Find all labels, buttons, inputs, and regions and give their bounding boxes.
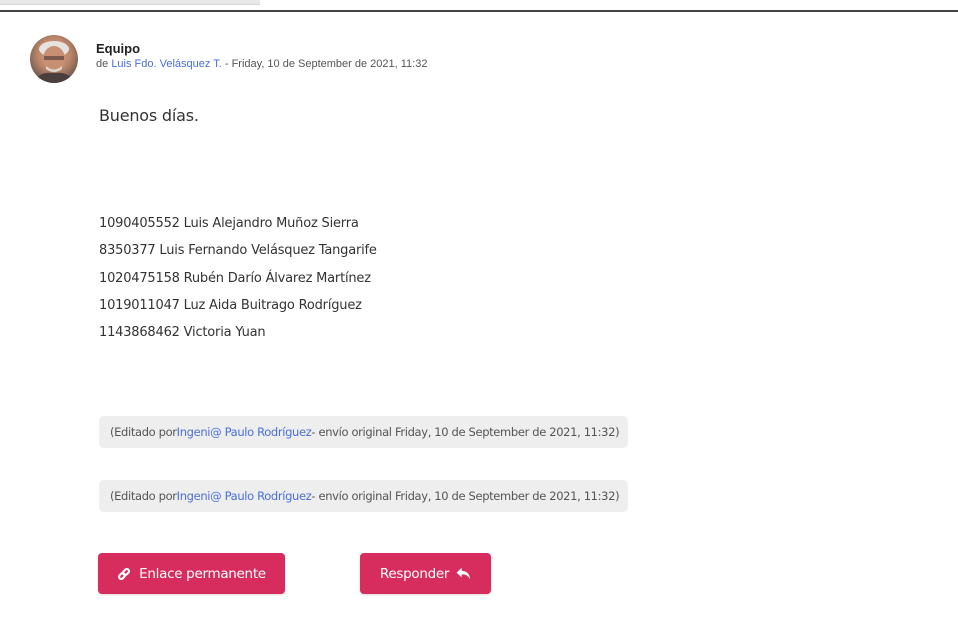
- edit-note-prefix: (Editado por: [110, 489, 177, 503]
- message-meta: de Luis Fdo. Velásquez T. - Friday, 10 d…: [96, 57, 427, 71]
- header-divider: [0, 10, 958, 12]
- edit-note: (Editado porIngeni@ Paulo Rodríguez- env…: [99, 416, 629, 448]
- from-prefix: de: [96, 58, 109, 70]
- list-item: 1019011047 Luz Aida Buitrago Rodríguez: [99, 297, 362, 313]
- message-greeting: Buenos días.: [99, 106, 199, 125]
- message-subject: Equipo: [96, 41, 141, 56]
- editor-link[interactable]: Ingeni@ Paulo Rodríguez: [177, 489, 312, 503]
- permalink-button-label: Enlace permanente: [139, 565, 266, 582]
- reply-icon: [456, 567, 471, 580]
- message-id-list: 1090405552 Luis Alejandro Muñoz Sierra 8…: [99, 210, 377, 346]
- permalink-button[interactable]: Enlace permanente: [98, 553, 285, 594]
- edit-note-suffix: - envío original Friday, 10 de September…: [311, 489, 620, 503]
- reply-button[interactable]: Responder: [360, 553, 491, 594]
- avatar-portrait-icon: [34, 41, 74, 83]
- top-tab-strip: [0, 0, 260, 5]
- message-header: Equipo de Luis Fdo. Velásquez T. - Frida…: [96, 41, 427, 71]
- list-item: 8350377 Luis Fernando Velásquez Tangarif…: [99, 243, 377, 259]
- edit-note: (Editado porIngeni@ Paulo Rodríguez- env…: [99, 480, 629, 512]
- editor-link[interactable]: Ingeni@ Paulo Rodríguez: [177, 425, 312, 439]
- reply-button-label: Responder: [379, 565, 450, 582]
- author-link[interactable]: Luis Fdo. Velásquez T.: [111, 58, 221, 70]
- list-item: 1090405552 Luis Alejandro Muñoz Sierra: [99, 216, 359, 231]
- edit-note-prefix: (Editado por: [110, 425, 177, 439]
- message-date: - Friday, 10 de September de 2021, 11:32: [224, 58, 428, 70]
- link-icon: [117, 567, 131, 581]
- author-avatar[interactable]: [30, 35, 78, 83]
- list-item: 1143868462 Victoria Yuan: [99, 325, 266, 341]
- edit-note-suffix: - envío original Friday, 10 de September…: [311, 425, 620, 439]
- list-item: 1020475158 Rubén Darío Álvarez Martínez: [99, 270, 371, 286]
